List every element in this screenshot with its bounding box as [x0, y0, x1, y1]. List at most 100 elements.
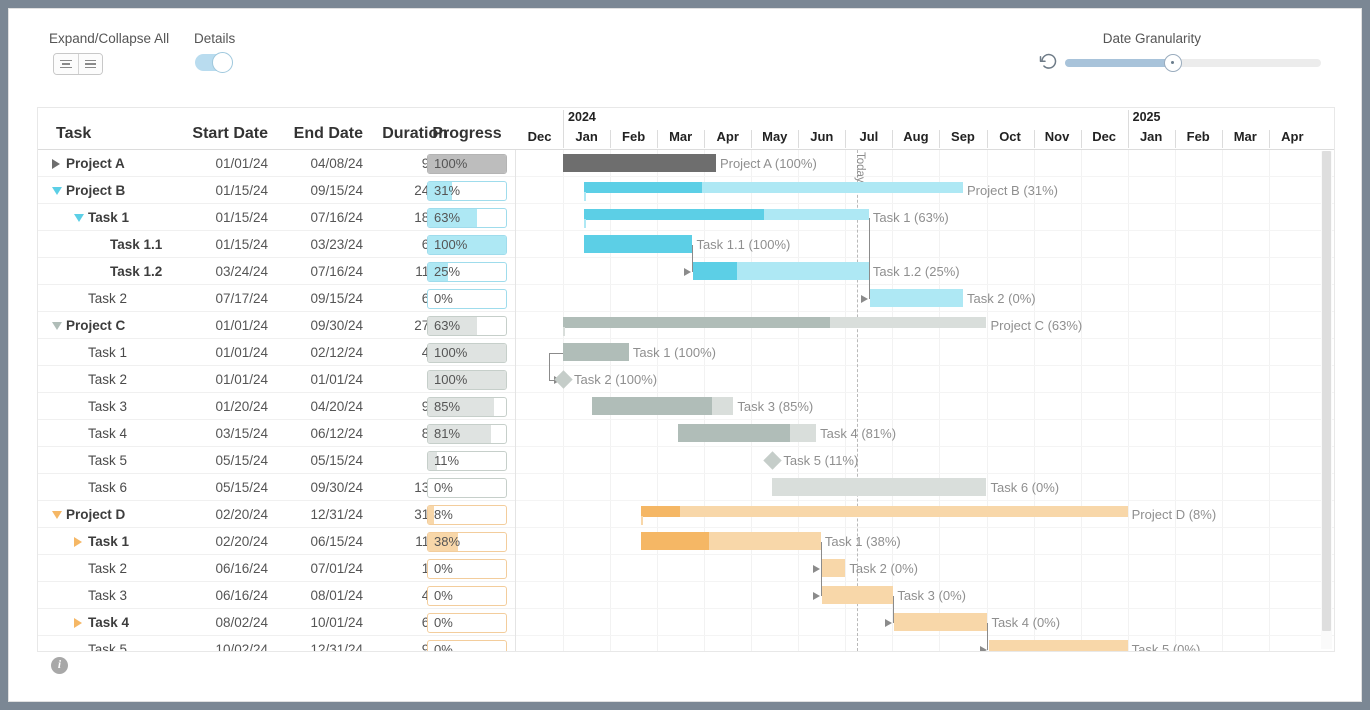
summary-bar[interactable]: [584, 209, 869, 220]
table-row[interactable]: Task 505/15/2405/15/240 d11%: [38, 447, 515, 474]
bar-label: Task 2 (100%): [574, 372, 658, 387]
chevron-down-icon[interactable]: [74, 214, 84, 222]
cell-progress[interactable]: 100%: [427, 154, 507, 174]
cell-progress[interactable]: 11%: [427, 451, 507, 471]
table-row[interactable]: Task 403/15/2406/12/2489 d81%: [38, 420, 515, 447]
vertical-scrollbar[interactable]: [1321, 151, 1332, 649]
summary-bar[interactable]: [640, 506, 1128, 517]
bar-label: Task 2 (0%): [966, 291, 1036, 306]
summary-bar[interactable]: [563, 317, 987, 328]
info-icon[interactable]: i: [51, 657, 68, 674]
task-bar[interactable]: [678, 424, 817, 442]
chevron-down-icon[interactable]: [52, 511, 62, 519]
table-row[interactable]: Task 101/15/2407/16/24183 d63%: [38, 204, 515, 231]
bar-label: Task 6 (0%): [990, 480, 1060, 495]
granularity-slider[interactable]: [1065, 54, 1321, 72]
task-bar[interactable]: [693, 262, 869, 280]
table-row[interactable]: Project D02/20/2412/31/24315 d8%: [38, 501, 515, 528]
chevron-down-icon[interactable]: [52, 187, 62, 195]
cell-progress[interactable]: 31%: [427, 181, 507, 201]
cell-progress[interactable]: 38%: [427, 532, 507, 552]
task-bar[interactable]: [563, 343, 629, 361]
task-tree[interactable]: Project A01/01/2404/08/2498 d100%Project…: [38, 150, 516, 651]
history-reset-icon[interactable]: [1039, 53, 1057, 71]
table-row[interactable]: Task 206/16/2407/01/2415 d0%: [38, 555, 515, 582]
grid-header: Task Start Date End Date Duration Progre…: [38, 108, 1334, 150]
table-row[interactable]: Project A01/01/2404/08/2498 d100%: [38, 150, 515, 177]
timeline-chart[interactable]: Today Project A (100%) Project B (31%) Task…: [516, 150, 1334, 651]
bar-label: Task 2 (0%): [849, 561, 918, 576]
collapse-all-button[interactable]: [54, 54, 78, 74]
chevron-right-icon[interactable]: [74, 618, 82, 628]
cell-progress[interactable]: 8%: [427, 505, 507, 525]
gantt-app-window: Expand/Collapse All Details Date Granula…: [8, 8, 1362, 702]
table-row[interactable]: Task 102/20/2406/15/24116 d38%: [38, 528, 515, 555]
column-header-progress[interactable]: Progress: [426, 125, 508, 143]
table-row[interactable]: Task 207/17/2409/15/2460 d0%: [38, 285, 515, 312]
cell-progress[interactable]: 63%: [427, 316, 507, 336]
task-name-label: Task 4: [88, 426, 128, 441]
chevron-right-icon[interactable]: [52, 159, 60, 169]
table-row[interactable]: Project C01/01/2409/30/24273 d63%: [38, 312, 515, 339]
cell-progress[interactable]: 100%: [427, 235, 507, 255]
task-bar[interactable]: [584, 235, 693, 253]
progress-value: 100%: [434, 345, 468, 360]
cell-progress[interactable]: 81%: [427, 424, 507, 444]
task-name-label: Task 1.1: [110, 237, 163, 252]
toolbar: Expand/Collapse All Details Date Granula…: [9, 9, 1361, 87]
cell-progress[interactable]: 0%: [427, 559, 507, 579]
cell-progress[interactable]: 0%: [427, 613, 507, 633]
task-bar[interactable]: [821, 559, 846, 577]
cell-progress[interactable]: 100%: [427, 343, 507, 363]
task-bar[interactable]: [592, 397, 734, 415]
table-row[interactable]: Task 101/01/2402/12/2442 d100%: [38, 339, 515, 366]
expand-all-button[interactable]: [78, 54, 102, 74]
table-row[interactable]: Task 301/20/2404/20/2491 d85%: [38, 393, 515, 420]
cell-progress[interactable]: 0%: [427, 289, 507, 309]
date-granularity-label: Date Granularity: [1102, 31, 1201, 46]
granularity-slider-fill: [1065, 59, 1173, 67]
cell-progress[interactable]: 85%: [427, 397, 507, 417]
table-row[interactable]: Task 201/01/2401/01/240 d100%: [38, 366, 515, 393]
cell-progress[interactable]: 0%: [427, 640, 507, 651]
granularity-slider-thumb[interactable]: [1163, 54, 1182, 72]
cell-progress[interactable]: 0%: [427, 586, 507, 606]
task-bar[interactable]: [772, 478, 987, 496]
month-separator: [1221, 130, 1223, 148]
table-row[interactable]: Task 605/15/2409/30/24138 d0%: [38, 474, 515, 501]
task-name-label: Project C: [66, 318, 126, 333]
task-bar[interactable]: [894, 613, 988, 631]
vertical-scrollbar-thumb[interactable]: [1322, 151, 1331, 631]
column-header-start[interactable]: Start Date: [158, 125, 268, 143]
timeline-month-apr-4: Apr: [716, 129, 739, 144]
cell-progress[interactable]: 0%: [427, 478, 507, 498]
table-row[interactable]: Task 1.101/15/2403/23/2468 d100%: [38, 231, 515, 258]
cell-progress[interactable]: 100%: [427, 370, 507, 390]
column-header-task[interactable]: Task: [56, 125, 91, 143]
chevron-down-icon[interactable]: [52, 322, 62, 330]
task-bar[interactable]: [563, 154, 716, 172]
summary-bar-start-tick: [584, 219, 587, 228]
table-row[interactable]: Project B01/15/2409/15/24244 d31%: [38, 177, 515, 204]
summary-bar[interactable]: [584, 182, 963, 193]
details-toggle-knob: [212, 52, 233, 73]
table-row[interactable]: Task 510/02/2412/31/2490 d0%: [38, 636, 515, 651]
task-bar[interactable]: [988, 640, 1128, 651]
today-label: Today: [854, 152, 867, 183]
bar-progress-fill: [563, 317, 830, 328]
cell-progress[interactable]: 63%: [427, 208, 507, 228]
table-row[interactable]: Task 1.203/24/2407/16/24114 d25%: [38, 258, 515, 285]
bar-progress-fill: [563, 343, 629, 361]
progress-value: 0%: [434, 561, 453, 576]
task-bar[interactable]: [821, 586, 894, 604]
task-bar[interactable]: [640, 532, 821, 550]
table-row[interactable]: Task 408/02/2410/01/2460 d0%: [38, 609, 515, 636]
cell-progress[interactable]: 25%: [427, 262, 507, 282]
details-toggle[interactable]: [195, 52, 233, 73]
chevron-right-icon[interactable]: [74, 537, 82, 547]
task-bar[interactable]: [870, 289, 963, 307]
table-row[interactable]: Task 306/16/2408/01/2446 d0%: [38, 582, 515, 609]
summary-bar-start-tick: [563, 327, 566, 336]
timeline-month-may-5: May: [762, 129, 788, 144]
month-separator: [751, 130, 753, 148]
